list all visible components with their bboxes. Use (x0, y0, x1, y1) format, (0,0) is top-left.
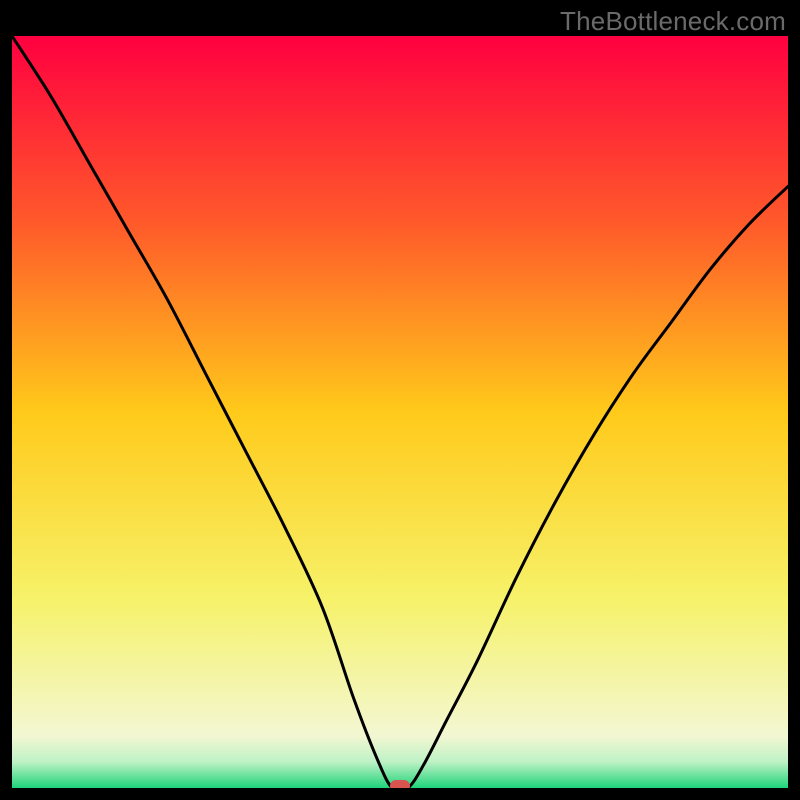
watermark-text: TheBottleneck.com (560, 6, 786, 37)
bottleneck-chart (12, 36, 788, 788)
chart-frame (12, 36, 788, 788)
optimal-marker (390, 780, 410, 788)
chart-background (12, 36, 788, 788)
